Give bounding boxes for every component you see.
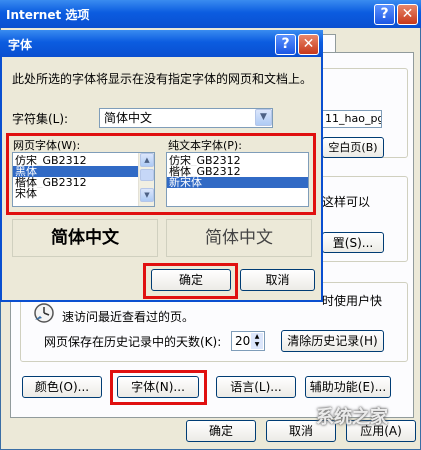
fonts-cancel-button[interactable]: 取消 (240, 269, 315, 291)
spin-down-icon[interactable]: ▼ (251, 341, 263, 349)
charset-label: 字符集(L): (12, 112, 69, 126)
accessibility-button[interactable]: 辅助功能(E)... (305, 376, 391, 398)
fonts-button-highlight (110, 370, 207, 405)
history-days-value: 20 (235, 334, 251, 348)
watermark-logo: 系统之家 (316, 407, 388, 428)
fonts-help-button[interactable]: ? (275, 34, 296, 55)
clear-history-button[interactable]: 清除历史记录(H) (281, 330, 384, 352)
chevron-down-icon[interactable]: ▼ (255, 109, 272, 126)
list-item[interactable]: 楷体_GB2312 (13, 177, 154, 188)
list-item-selected[interactable]: 新宋体 (167, 177, 308, 188)
charset-value: 简体中文 (104, 111, 153, 125)
internet-options-help-button[interactable]: ? (374, 4, 395, 25)
list-item[interactable]: 楷体_GB2312 (167, 166, 308, 177)
fonts-close-button[interactable]: ✕ (298, 34, 319, 55)
history-description: 速访问最近查看过的页。 (62, 310, 195, 324)
webpage-font-list[interactable]: 仿宋_GB2312 黑体 楷体_GB2312 宋体 ▲ ▼ (12, 152, 155, 207)
internet-options-close-button[interactable]: ✕ (397, 4, 418, 25)
plaintext-font-list[interactable]: 仿宋_GB2312 楷体_GB2312 新宋体 (166, 152, 309, 207)
use-blank-button[interactable]: 空白页(B) (322, 137, 384, 158)
languages-button[interactable]: 语言(L)... (216, 376, 296, 398)
webpage-font-label: 网页字体(W): (13, 139, 81, 152)
fonts-ok-highlight (143, 263, 238, 299)
temp-files-desc-fragment: 这样可以 (322, 195, 371, 209)
webpage-font-scrollbar[interactable]: ▲ ▼ (138, 153, 154, 206)
webpage-font-preview: 简体中文 (12, 219, 158, 257)
homepage-address-input[interactable]: 11_hao_pg (322, 110, 382, 128)
history-days-label: 网页保存在历史记录中的天数(K): (44, 335, 222, 349)
fonts-dialog-title: 字体 (8, 38, 33, 52)
history-desc-fragment: 时使用户快 (322, 294, 383, 308)
scroll-up-icon[interactable]: ▲ (140, 153, 154, 167)
list-item[interactable]: 宋体 (13, 188, 154, 199)
plaintext-font-label: 纯文本字体(P): (168, 139, 242, 152)
list-item[interactable]: 仿宋_GB2312 (167, 155, 308, 166)
scroll-thumb[interactable] (140, 169, 154, 181)
history-icon (32, 302, 56, 324)
charset-select[interactable]: 简体中文 ▼ (99, 108, 273, 128)
settings-button[interactable]: 置(S)... (322, 232, 384, 253)
colors-button[interactable]: 颜色(O)... (22, 376, 102, 398)
list-item[interactable]: 仿宋_GB2312 (13, 155, 154, 166)
list-item-selected[interactable]: 黑体 (13, 166, 154, 177)
spin-up-icon[interactable]: ▲ (251, 333, 263, 341)
plaintext-font-preview: 简体中文 (166, 219, 312, 257)
fonts-description: 此处所选的字体将显示在没有指定字体的网页和文档上。 (12, 72, 313, 86)
scroll-down-icon[interactable]: ▼ (140, 188, 154, 202)
history-days-spinner[interactable]: 20 ▲ ▼ (231, 331, 265, 351)
internet-options-title: Internet 选项 (6, 8, 90, 22)
options-ok-button[interactable]: 确定 (186, 420, 256, 442)
